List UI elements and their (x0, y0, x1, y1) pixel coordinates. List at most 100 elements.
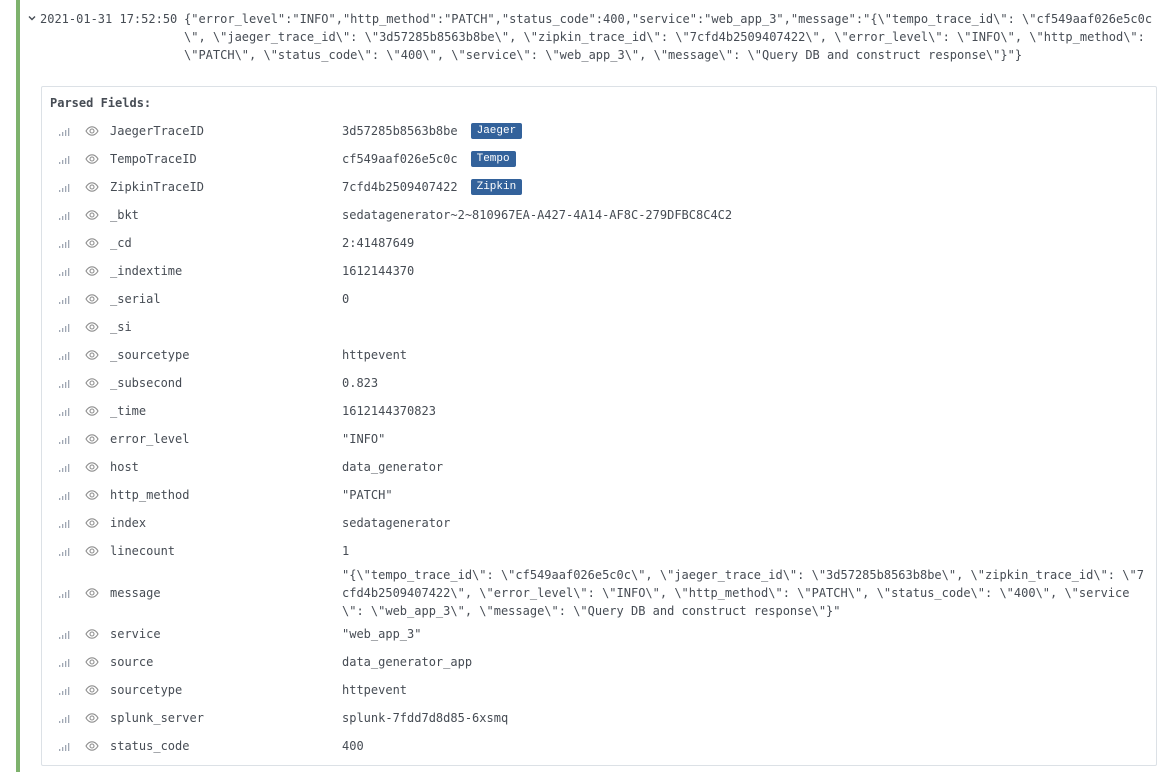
field-name: status_code (110, 739, 190, 753)
field-value: splunk-7fdd7d8d85-6xsmq (342, 711, 509, 725)
signal-bars-icon[interactable] (50, 181, 78, 193)
eye-icon[interactable] (78, 545, 106, 557)
field-value-cell: 0 (342, 290, 1156, 308)
field-name: message (110, 585, 161, 600)
field-row: http_method "PATCH" (42, 481, 1156, 509)
log-level-indicator (16, 0, 20, 772)
signal-bars-icon[interactable] (50, 209, 78, 221)
signal-bars-icon[interactable] (50, 349, 78, 361)
signal-bars-icon[interactable] (50, 517, 78, 529)
field-name: ZipkinTraceID (110, 180, 204, 194)
signal-bars-icon[interactable] (50, 740, 78, 752)
field-value: "PATCH" (342, 488, 393, 502)
field-name: _subsecond (110, 376, 183, 390)
field-row: JaegerTraceID 3d57285b8563b8be Jaeger (42, 117, 1156, 145)
field-row: _si (42, 313, 1156, 341)
signal-bars-icon[interactable] (50, 237, 78, 249)
eye-icon[interactable] (78, 153, 106, 165)
signal-bars-icon[interactable] (50, 628, 78, 640)
eye-icon[interactable] (78, 181, 106, 193)
signal-bars-icon[interactable] (50, 265, 78, 277)
field-row: host data_generator (42, 453, 1156, 481)
signal-bars-icon[interactable] (50, 545, 78, 557)
field-value-cell: 7cfd4b2509407422 Zipkin (342, 178, 1156, 196)
field-name: index (110, 516, 147, 530)
eye-icon[interactable] (78, 684, 106, 696)
field-row: error_level "INFO" (42, 425, 1156, 453)
field-value: httpevent (342, 348, 408, 362)
field-name: host (110, 460, 139, 474)
field-value: sedatagenerator~2~810967EA-A427-4A14-AF8… (342, 208, 733, 222)
log-row[interactable]: 2021-01-31 17:52:50 {"error_level":"INFO… (24, 10, 1160, 64)
field-name: JaegerTraceID (110, 124, 204, 138)
signal-bars-icon[interactable] (50, 321, 78, 333)
eye-icon[interactable] (78, 321, 106, 333)
signal-bars-icon[interactable] (50, 125, 78, 137)
field-value-cell: data_generator_app (342, 653, 1156, 671)
signal-bars-icon[interactable] (50, 684, 78, 696)
field-row: message "{\"tempo_trace_id\": \"cf549aaf0… (42, 565, 1156, 620)
signal-bars-icon[interactable] (50, 377, 78, 389)
signal-bars-icon[interactable] (50, 433, 78, 445)
field-value: "web_app_3" (342, 627, 422, 641)
field-row: ZipkinTraceID 7cfd4b2509407422 Zipkin (42, 173, 1156, 201)
eye-icon[interactable] (78, 517, 106, 529)
signal-bars-icon[interactable] (50, 712, 78, 724)
signal-bars-icon[interactable] (50, 405, 78, 417)
eye-icon[interactable] (78, 349, 106, 361)
field-row: service "web_app_3" (42, 620, 1156, 648)
field-value: 2:41487649 (342, 236, 415, 250)
eye-icon[interactable] (78, 587, 106, 599)
eye-icon[interactable] (78, 656, 106, 668)
trace-link-button[interactable]: Jaeger (470, 123, 523, 139)
field-row: _time 1612144370823 (42, 397, 1156, 425)
field-name: source (110, 655, 154, 669)
field-value-cell: splunk-7fdd7d8d85-6xsmq (342, 709, 1156, 727)
field-value-cell: sedatagenerator~2~810967EA-A427-4A14-AF8… (342, 206, 1156, 224)
field-value: 3d57285b8563b8be (342, 124, 458, 138)
field-row: index sedatagenerator (42, 509, 1156, 537)
eye-icon[interactable] (78, 461, 106, 473)
eye-icon[interactable] (78, 377, 106, 389)
field-value-cell: "PATCH" (342, 486, 1156, 504)
field-name: sourcetype (110, 683, 183, 697)
field-value: data_generator_app (342, 655, 473, 669)
eye-icon[interactable] (78, 433, 106, 445)
field-value-cell: httpevent (342, 346, 1156, 364)
field-row: splunk_server splunk-7fdd7d8d85-6xsmq (42, 704, 1156, 732)
field-value: 400 (342, 739, 364, 753)
field-value: 1 (342, 544, 350, 558)
chevron-down-icon[interactable] (24, 10, 40, 64)
eye-icon[interactable] (78, 209, 106, 221)
field-value: 7cfd4b2509407422 (342, 180, 458, 194)
field-row: source data_generator_app (42, 648, 1156, 676)
eye-icon[interactable] (78, 237, 106, 249)
eye-icon[interactable] (78, 125, 106, 137)
signal-bars-icon[interactable] (50, 489, 78, 501)
signal-bars-icon[interactable] (50, 587, 78, 599)
field-name: _time (110, 404, 147, 418)
signal-bars-icon[interactable] (50, 153, 78, 165)
eye-icon[interactable] (78, 489, 106, 501)
field-value-cell: httpevent (342, 681, 1156, 699)
log-message: {"error_level":"INFO","http_method":"PAT… (184, 12, 1153, 62)
eye-icon[interactable] (78, 740, 106, 752)
signal-bars-icon[interactable] (50, 293, 78, 305)
field-value: cf549aaf026e5c0c (342, 152, 458, 166)
field-value: 1612144370823 (342, 404, 436, 418)
field-value: 0 (342, 292, 350, 306)
eye-icon[interactable] (78, 628, 106, 640)
signal-bars-icon[interactable] (50, 461, 78, 473)
field-value-cell: 1612144370823 (342, 402, 1156, 420)
signal-bars-icon[interactable] (50, 656, 78, 668)
eye-icon[interactable] (78, 293, 106, 305)
trace-link-button[interactable]: Tempo (470, 151, 516, 167)
eye-icon[interactable] (78, 712, 106, 724)
trace-link-button[interactable]: Zipkin (470, 179, 523, 195)
field-value: "{\"tempo_trace_id\": \"cf549aaf026e5c0c… (342, 567, 1144, 618)
eye-icon[interactable] (78, 265, 106, 277)
field-name: _indextime (110, 264, 183, 278)
eye-icon[interactable] (78, 405, 106, 417)
log-timestamp: 2021-01-31 17:52:50 (40, 12, 178, 26)
field-name: TempoTraceID (110, 152, 197, 166)
